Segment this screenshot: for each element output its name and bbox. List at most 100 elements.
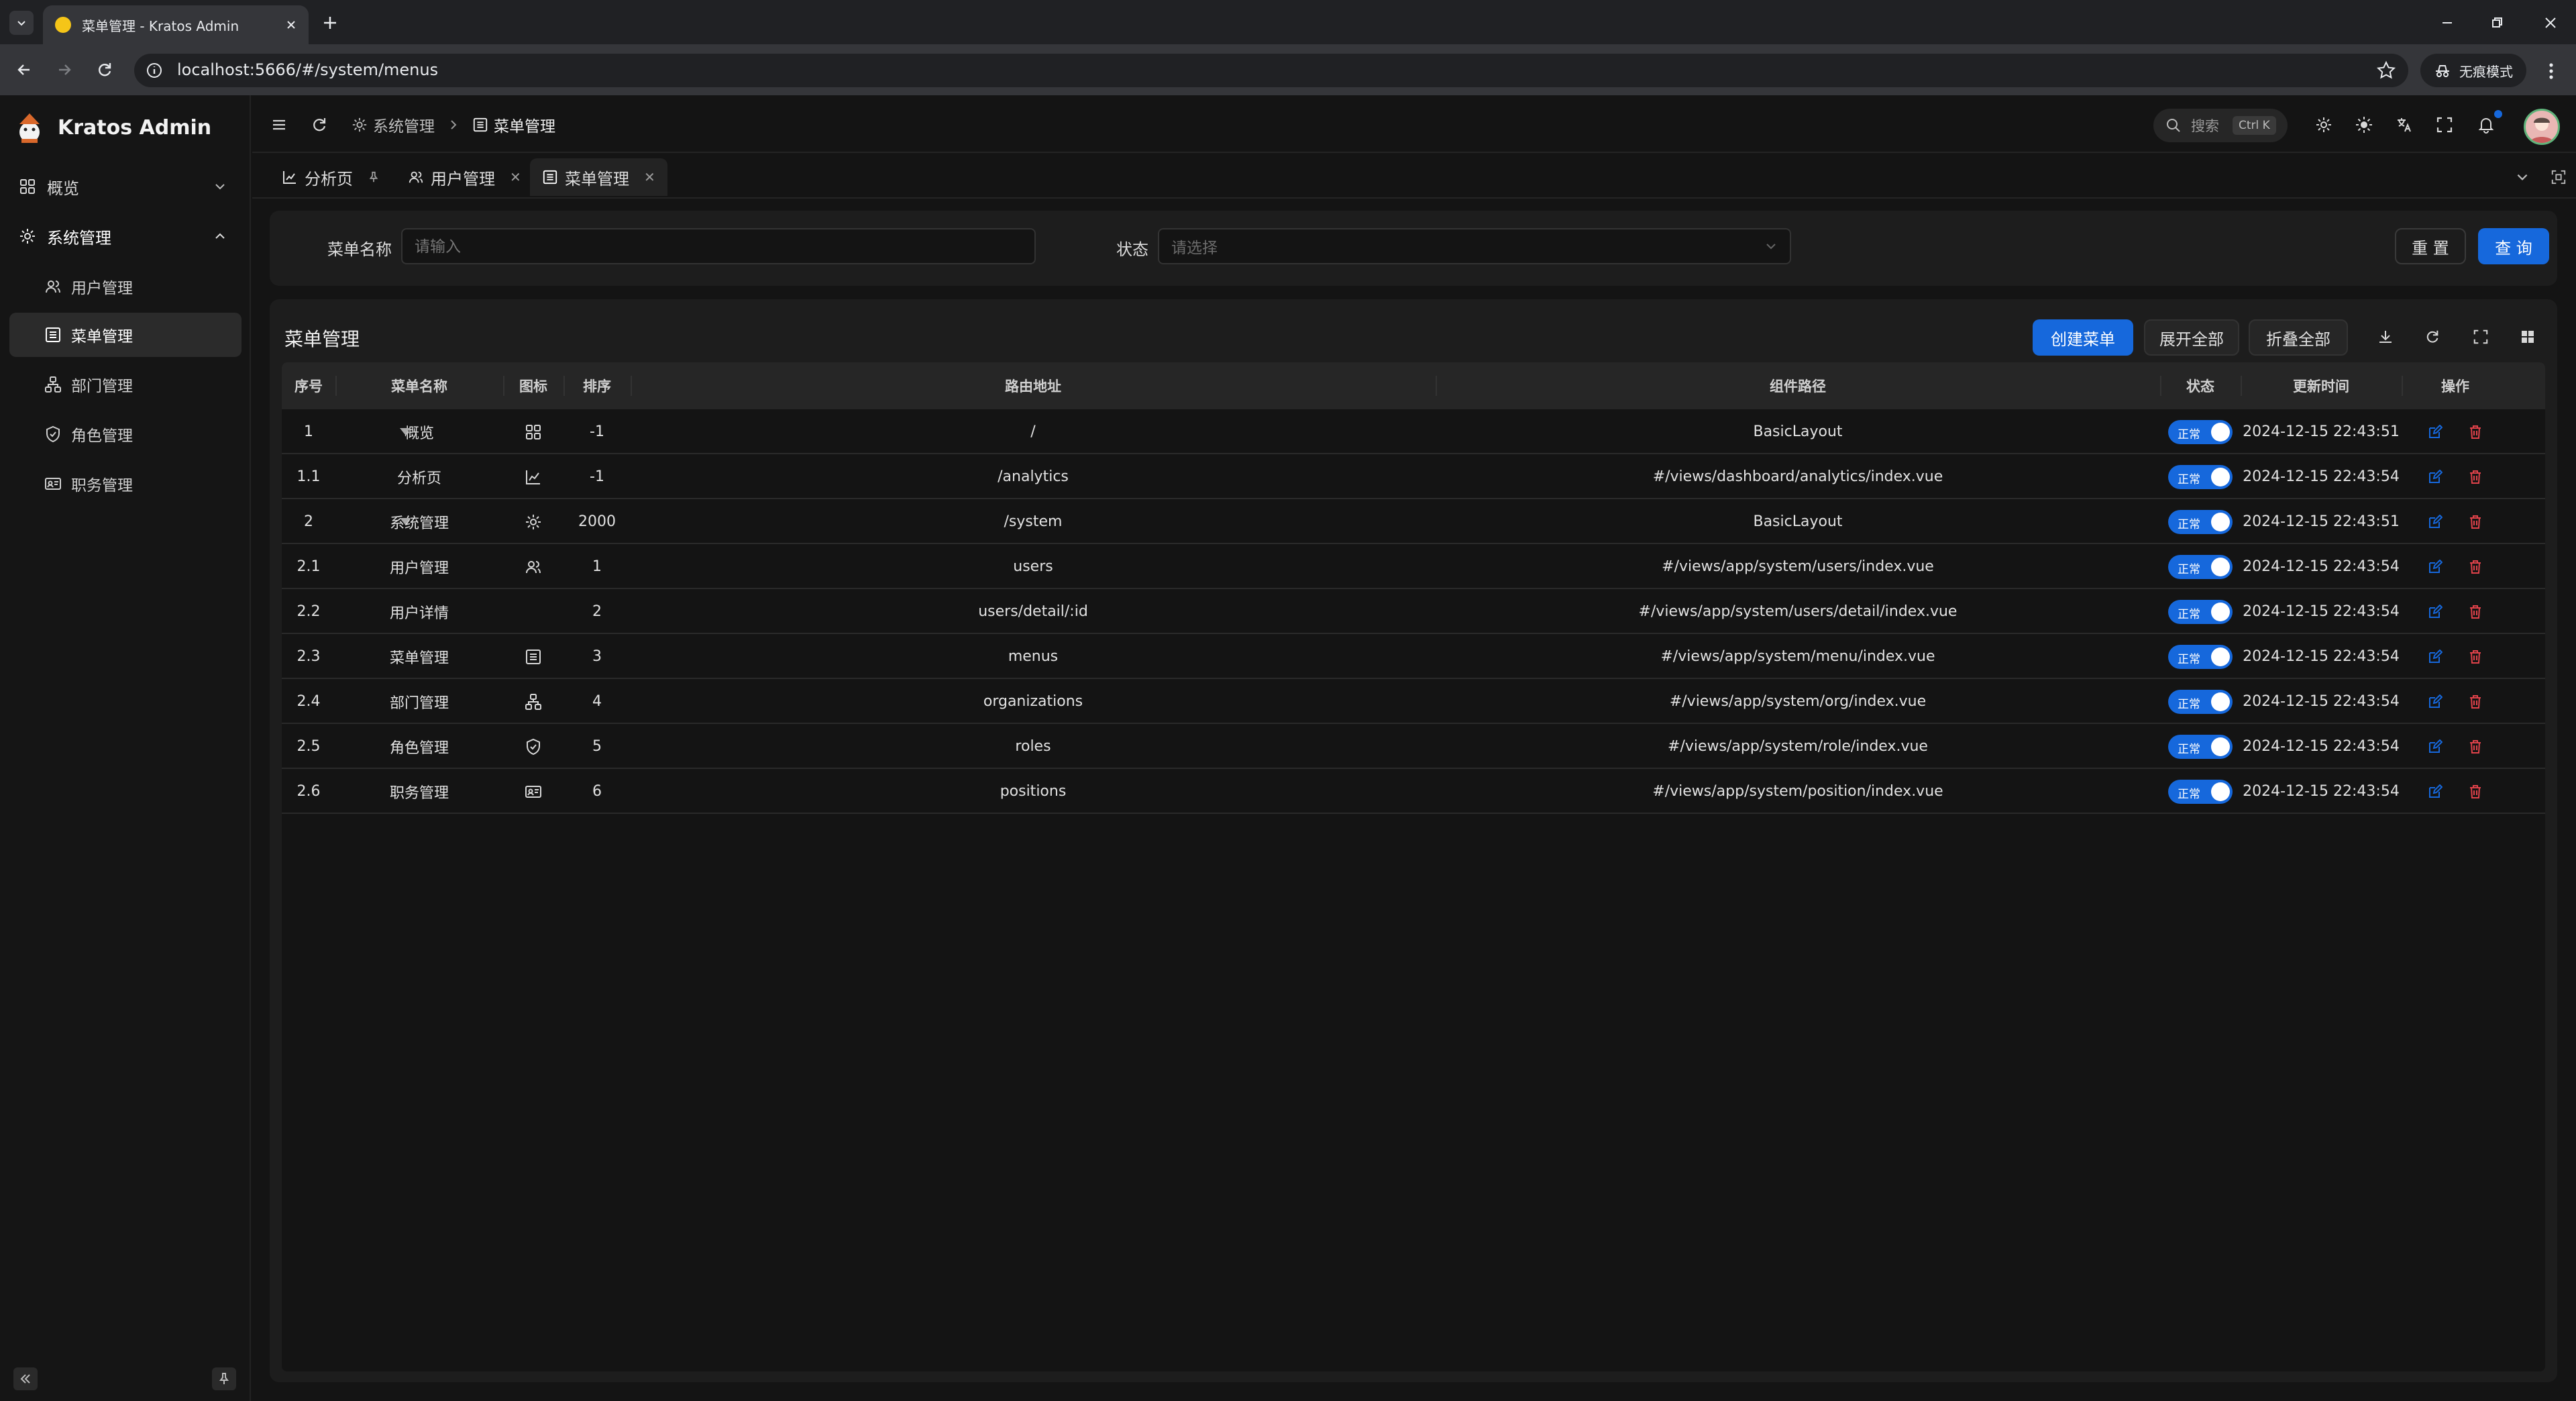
sidebar-item-roles[interactable]: 角色管理	[9, 412, 241, 456]
sidebar-item-positions[interactable]: 职务管理	[9, 462, 241, 506]
tab-users[interactable]: 用户管理 ✕	[396, 158, 533, 196]
table-row[interactable]: 2.4 部门管理 4 organizations #/views/app/sys…	[282, 679, 2545, 724]
delete-icon[interactable]	[2468, 650, 2483, 664]
breadcrumb-item[interactable]: 系统管理	[373, 113, 435, 136]
incognito-indicator[interactable]: 无痕模式	[2420, 54, 2526, 87]
table-row[interactable]: 2.5 角色管理 5 roles #/views/app/system/role…	[282, 724, 2545, 769]
reload-button[interactable]	[91, 56, 118, 83]
status-switch[interactable]: 正常	[2168, 509, 2233, 534]
edit-icon[interactable]	[2428, 424, 2443, 439]
maximize-content-button[interactable]	[2546, 165, 2571, 189]
delete-icon[interactable]	[2468, 425, 2483, 439]
cell-name: 系统管理	[335, 499, 503, 544]
close-tab-icon[interactable]	[286, 19, 297, 30]
bookmark-star-icon[interactable]	[2376, 60, 2396, 81]
fullscreen-icon	[2473, 329, 2488, 344]
delete-icon[interactable]	[2468, 739, 2483, 754]
status-switch[interactable]: 正常	[2168, 554, 2233, 579]
language-button[interactable]	[2392, 113, 2416, 137]
edit-icon[interactable]	[2428, 694, 2443, 709]
cell-icon	[503, 499, 564, 544]
minimize-button[interactable]	[2434, 9, 2461, 36]
sidebar-group-overview[interactable]: 概览	[9, 165, 241, 208]
table-row[interactable]: 2 系统管理 2000 /system BasicLayout 正常 2024-…	[282, 499, 2545, 544]
edit-icon[interactable]	[2428, 559, 2443, 574]
new-tab-button[interactable]	[319, 12, 341, 34]
browser-tab[interactable]: 菜单管理 - Kratos Admin	[43, 5, 309, 44]
delete-icon[interactable]	[2468, 784, 2483, 799]
export-button[interactable]	[2373, 325, 2398, 349]
column-header: 组件路径	[1770, 378, 1826, 395]
expand-row-icon[interactable]	[400, 518, 411, 525]
edit-icon[interactable]	[2428, 739, 2443, 754]
address-bar[interactable]: localhost:5666/#/system/menus	[134, 54, 2408, 87]
tab-search-button[interactable]	[9, 11, 34, 35]
edit-icon[interactable]	[2428, 469, 2443, 484]
create-menu-button[interactable]: 创建菜单	[2033, 319, 2133, 356]
cell-updated: 2024-12-15 22:43:51	[2243, 423, 2400, 440]
status-switch[interactable]: 正常	[2168, 599, 2233, 624]
edit-icon[interactable]	[2428, 784, 2443, 799]
restore-button[interactable]	[2483, 9, 2510, 36]
delete-icon[interactable]	[2468, 515, 2483, 529]
sidebar-item-departments[interactable]: 部门管理	[9, 362, 241, 407]
status-switch[interactable]: 正常	[2168, 779, 2233, 804]
table-row[interactable]: 2.2 用户详情 2 users/detail/:id #/views/app/…	[282, 589, 2545, 634]
app-logo[interactable]: Kratos Admin	[16, 110, 211, 145]
sidebar-group-system[interactable]: 系统管理	[9, 215, 241, 258]
query-button[interactable]: 查 询	[2478, 228, 2549, 264]
tabs-more-button[interactable]	[2510, 165, 2534, 189]
preferences-button[interactable]	[2312, 113, 2336, 137]
back-button[interactable]	[11, 56, 38, 83]
sidebar-item-menus[interactable]: 菜单管理	[9, 313, 241, 357]
table-title: 菜单管理	[284, 328, 360, 350]
delete-icon[interactable]	[2468, 605, 2483, 619]
close-tab-icon[interactable]: ✕	[644, 169, 655, 185]
browser-menu-button[interactable]	[2541, 58, 2561, 85]
column-settings-button[interactable]	[2516, 325, 2540, 349]
table-row[interactable]: 1 概览 -1 / BasicLayout 正常 2024-12-15 22:4…	[282, 409, 2545, 454]
edit-icon[interactable]	[2428, 649, 2443, 664]
close-window-button[interactable]	[2537, 9, 2564, 36]
pin-sidebar-button[interactable]	[212, 1367, 236, 1390]
pin-icon[interactable]	[368, 171, 380, 183]
delete-icon[interactable]	[2468, 560, 2483, 574]
table-row[interactable]: 2.3 菜单管理 3 menus #/views/app/system/menu…	[282, 634, 2545, 679]
edit-icon[interactable]	[2428, 604, 2443, 619]
menu-toggle-button[interactable]	[267, 113, 291, 137]
refresh-page-button[interactable]	[307, 113, 331, 137]
status-switch[interactable]: 正常	[2168, 644, 2233, 669]
status-switch[interactable]: 正常	[2168, 734, 2233, 759]
status-select[interactable]: 请选择	[1158, 228, 1791, 264]
table-row[interactable]: 2.6 职务管理 6 positions #/views/app/system/…	[282, 769, 2545, 814]
chart-icon	[526, 470, 540, 484]
close-tab-icon[interactable]: ✕	[510, 169, 521, 185]
global-search-button[interactable]: 搜索 Ctrl K	[2153, 109, 2288, 142]
table-fullscreen-button[interactable]	[2469, 325, 2493, 349]
delete-icon[interactable]	[2468, 694, 2483, 709]
reset-button[interactable]: 重 置	[2395, 228, 2466, 264]
cell-seq: 2.6	[297, 783, 321, 800]
expand-all-button[interactable]: 展开全部	[2144, 319, 2239, 356]
status-switch[interactable]: 正常	[2168, 419, 2233, 444]
collapse-sidebar-button[interactable]	[13, 1367, 38, 1390]
status-switch[interactable]: 正常	[2168, 689, 2233, 714]
edit-icon[interactable]	[2428, 514, 2443, 529]
forward-button[interactable]	[51, 56, 78, 83]
theme-toggle-button[interactable]	[2352, 113, 2376, 137]
avatar[interactable]	[2524, 109, 2560, 145]
reload-table-button[interactable]	[2420, 325, 2445, 349]
delete-icon[interactable]	[2468, 470, 2483, 484]
collapse-all-button[interactable]: 折叠全部	[2249, 319, 2348, 356]
table-row[interactable]: 2.1 用户管理 1 users #/views/app/system/user…	[282, 544, 2545, 589]
sidebar-item-users[interactable]: 用户管理	[9, 264, 241, 309]
site-info-icon[interactable]	[145, 61, 164, 80]
fullscreen-button[interactable]	[2432, 113, 2457, 137]
menu-name-input[interactable]	[401, 228, 1036, 264]
expand-row-icon[interactable]	[400, 428, 411, 435]
sidebar-group-label: 系统管理	[47, 228, 111, 248]
tab-analytics[interactable]: 分析页	[270, 158, 392, 196]
table-row[interactable]: 1.1 分析页 -1 /analytics #/views/dashboard/…	[282, 454, 2545, 499]
tab-menus[interactable]: 菜单管理 ✕	[530, 158, 667, 196]
status-switch[interactable]: 正常	[2168, 464, 2233, 489]
